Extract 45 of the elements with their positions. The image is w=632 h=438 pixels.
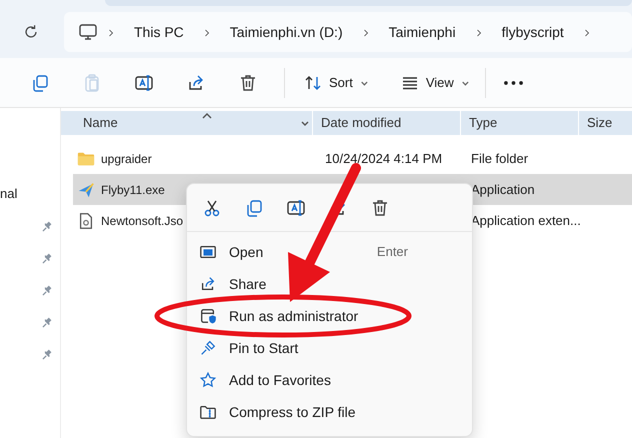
breadcrumb[interactable]: flybyscript (492, 22, 574, 42)
sort-button[interactable]: Sort (295, 66, 376, 98)
view-button[interactable]: View (392, 66, 477, 98)
file-type: Application exten... (471, 212, 581, 230)
paper-plane-icon (77, 180, 95, 198)
file-name: Flyby11.exe (101, 182, 165, 198)
nav-item-label[interactable]: nal (0, 184, 18, 204)
delete-icon (370, 198, 390, 218)
menu-item[interactable]: Add to Favorites (187, 364, 472, 396)
menu-item[interactable]: Compress to ZIP file (187, 396, 472, 428)
column-header[interactable]: Size (579, 113, 612, 133)
document-icon (77, 212, 95, 230)
more-icon (504, 80, 523, 84)
column-header[interactable]: Name (75, 113, 118, 133)
dropdown-icon (300, 119, 310, 127)
zip-folder-icon (199, 403, 217, 421)
file-row[interactable]: upgraider 10/24/2024 4:14 PM File folder (73, 143, 632, 174)
file-row[interactable]: Newtonsoft.Jso Application exten... (73, 205, 632, 236)
menu-item[interactable]: Share (187, 268, 472, 300)
menu-item[interactable]: Open Enter (187, 236, 472, 268)
delete-icon (238, 72, 258, 92)
menu-item[interactable]: Run as administrator (187, 300, 472, 332)
pin-icon (199, 339, 217, 357)
shield-window-icon (199, 307, 217, 325)
breadcrumb[interactable]: This PC (124, 22, 194, 42)
chevron-right-icon (106, 26, 116, 39)
share-icon (199, 275, 217, 293)
rename-icon (134, 72, 154, 92)
shortcut-label: Enter (376, 243, 408, 262)
file-name: Newtonsoft.Jso (101, 212, 184, 230)
breadcrumb[interactable]: Taimienphi (378, 22, 466, 42)
folder-icon (77, 150, 95, 168)
menu-item[interactable]: Pin to Start (187, 332, 472, 364)
date-modified: 10/24/2024 4:14 PM (325, 150, 442, 166)
computer-icon (78, 22, 98, 42)
file-type: Application (471, 180, 535, 199)
address-bar[interactable]: This PC Taimienphi.vn (D:) Taimienphi flybyscript (64, 12, 632, 52)
window-icon (199, 243, 217, 261)
column-header[interactable]: Type (461, 113, 498, 133)
file-name: upgraider (101, 150, 152, 168)
star-icon (199, 371, 217, 389)
column-header[interactable]: Date modified (313, 113, 402, 133)
breadcrumb[interactable]: Taimienphi.vn (D:) (220, 22, 353, 42)
file-type: File folder (471, 150, 528, 168)
rename-icon (286, 198, 306, 218)
